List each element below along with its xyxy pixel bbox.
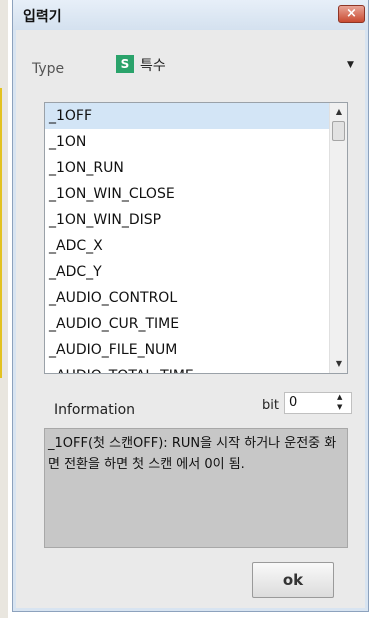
bit-value: 0 [289,395,298,410]
list-item[interactable]: _AUDIO_TOTAL_TIME [45,363,329,373]
arrow-down-icon[interactable]: ▼ [330,355,347,373]
bit-label: bit [262,398,279,413]
background-accent [0,88,2,378]
information-text: _1OFF(첫 스캔OFF): RUN을 시작 하거나 운전중 화면 전환을 하… [44,428,348,548]
list-item[interactable]: _1ON [45,129,329,155]
list-item[interactable]: _ADC_Y [45,259,329,285]
list-scrollbar[interactable]: ▲ ▼ [329,103,347,373]
dialog-title: 입력기 [23,9,62,25]
symbol-listbox[interactable]: _1OFF _1ON _1ON_RUN _1ON_WIN_CLOSE _1ON_WIN_… [44,102,348,374]
arrow-up-icon[interactable]: ▲ [330,103,347,121]
dialog-body: Type S 특수 ▼ _1OFF _1ON _1ON_RUN _1ON_WIN_CL… [16,30,365,608]
title-bar: 입력기 × [13,0,368,30]
list-item[interactable]: _1ON_RUN [45,155,329,181]
type-value: 특수 [140,58,166,74]
scroll-thumb[interactable] [332,121,345,141]
list-item[interactable]: _1ON_WIN_DISP [45,207,329,233]
list-item[interactable]: _1ON_WIN_CLOSE [45,181,329,207]
chevron-down-icon: ▼ [347,60,354,70]
type-dropdown[interactable]: S 특수 ▼ [116,52,365,80]
input-dialog: 입력기 × Type S 특수 ▼ _1OFF _1ON _1ON_RUN _1ON_… [12,0,369,612]
list-item[interactable]: _ADC_X [45,233,329,259]
ok-button[interactable]: ok [252,562,334,598]
spin-up-icon[interactable]: ▲ [337,393,342,401]
special-badge-icon: S [116,55,134,73]
information-label: Information [54,402,136,418]
list-item[interactable]: _AUDIO_FILE_NUM [45,337,329,363]
type-label: Type [32,61,65,77]
close-button[interactable]: × [338,5,365,23]
symbol-list: _1OFF _1ON _1ON_RUN _1ON_WIN_CLOSE _1ON_WIN_… [45,103,329,373]
list-item[interactable]: _AUDIO_CONTROL [45,285,329,311]
spin-down-icon[interactable]: ▼ [337,403,342,411]
list-item[interactable]: _AUDIO_CUR_TIME [45,311,329,337]
list-item[interactable]: _1OFF [45,103,329,129]
bit-spinner[interactable]: 0 ▲ ▼ [284,392,352,414]
close-icon: × [346,6,357,21]
